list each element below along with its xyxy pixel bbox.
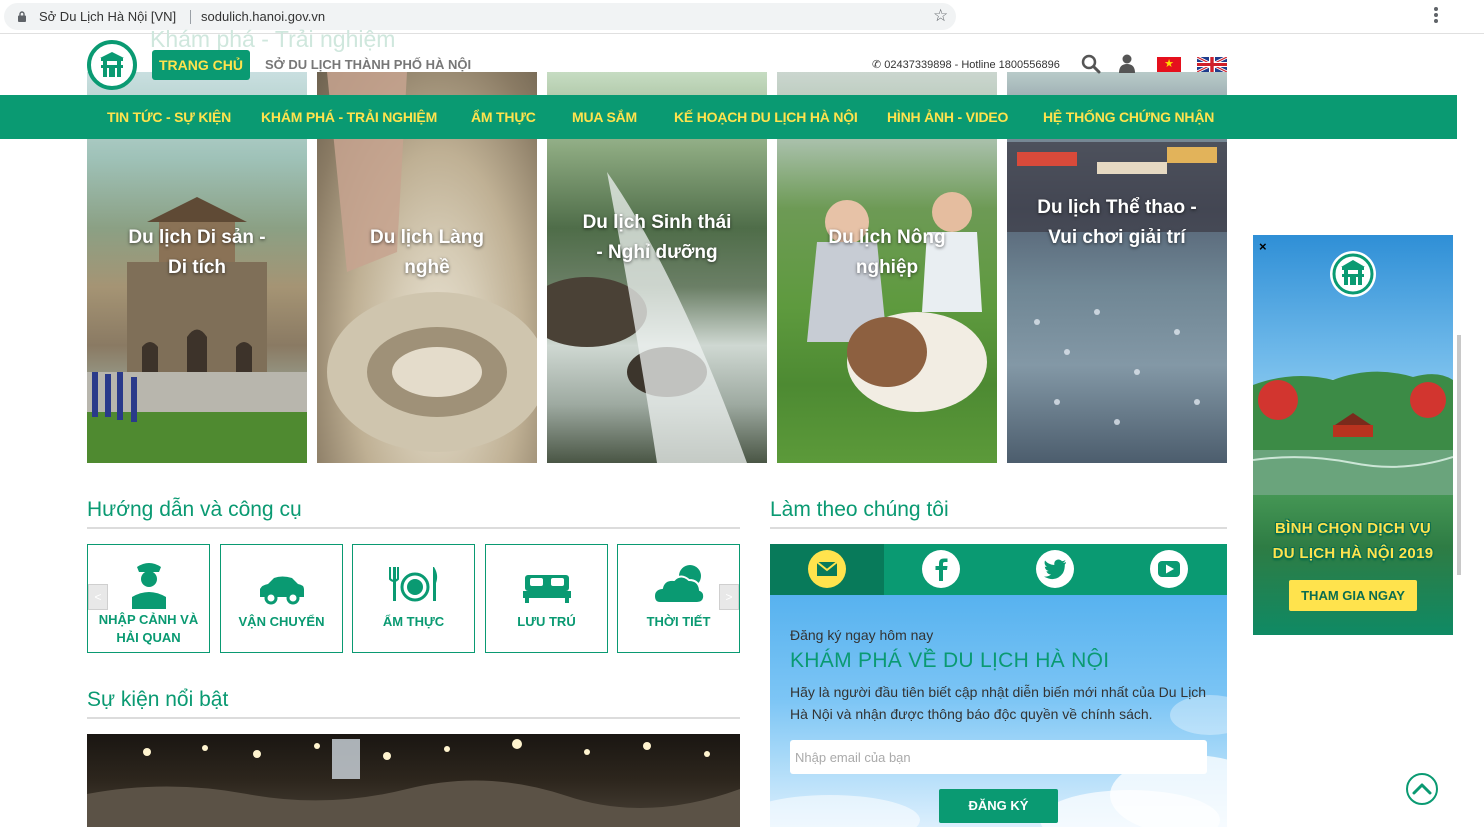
vietnamese-flag-icon[interactable]: ★ — [1157, 57, 1181, 72]
gate-logo-icon — [100, 52, 124, 77]
guide-weather-label: THỜI TIẾT — [646, 614, 711, 629]
guide-cuisine-label: ẨM THỰC — [382, 614, 445, 629]
bed-icon — [522, 575, 571, 603]
social-twitter[interactable] — [998, 544, 1112, 595]
tile-agriculture-label: Du lịch Nông nghiệp — [828, 227, 946, 278]
popup-title-line-2: DU LỊCH HÀ NỘI 2019 — [1272, 545, 1434, 562]
browser-menu-icon[interactable] — [1434, 7, 1438, 25]
email-input[interactable] — [790, 740, 1207, 774]
contact-text: 02437339898 - Hotline 1800556896 — [884, 59, 1060, 71]
tile-eco-resort-label: Du lịch Sinh thái - Nghỉ dưỡng — [582, 212, 732, 263]
vote-popup[interactable]: × BÌNH CHỌN DỊCH VỤ DU LỊCH HÀ NỘI 2019 … — [1253, 235, 1453, 635]
follow-heading: Làm theo chúng tôi — [770, 498, 949, 521]
site-name: SỞ DU LỊCH THÀNH PHỐ HÀ NỘI — [265, 57, 472, 72]
popup-close-button[interactable]: × — [1259, 239, 1267, 254]
subscribe-description: Hãy là người đầu tiên biết cập nhật diễn… — [790, 684, 1207, 722]
search-icon[interactable] — [1081, 53, 1101, 75]
guide-accommodation-label: LƯU TRÚ — [517, 614, 576, 629]
site-title: Sở Du Lịch Hà Nội [VN] — [39, 9, 177, 24]
officer-icon — [131, 563, 166, 609]
twitter-icon — [1036, 550, 1074, 588]
omnibox[interactable]: Sở Du Lịch Hà Nội [VN] sodulich.hanoi.go… — [4, 3, 956, 30]
social-youtube[interactable] — [1112, 544, 1226, 595]
guides-heading: Hướng dẫn và công cụ — [87, 498, 302, 521]
nav-shopping[interactable]: MUA SẮM — [572, 95, 637, 139]
address-separator — [190, 10, 191, 24]
guide-transport-label: VẬN CHUYỂN — [238, 614, 325, 629]
home-button[interactable]: TRANG CHỦ — [152, 50, 250, 80]
subscribe-title: KHÁM PHÁ VỀ DU LỊCH HÀ NỘI — [790, 649, 1110, 672]
popup-logo-icon — [1330, 251, 1376, 297]
car-icon — [259, 576, 304, 605]
popup-title: BÌNH CHỌN DỊCH VỤ DU LỊCH HÀ NỘI 2019 — [1253, 516, 1453, 566]
night-festival-image — [87, 734, 740, 827]
section-heading-behind-header: Khám phá - Trải nghiệm — [150, 26, 396, 52]
guide-transport[interactable]: VẬN CHUYỂN — [220, 544, 343, 653]
follow-divider — [770, 527, 1227, 529]
tile-heritage-label: Du lịch Di sản - Di tích — [128, 227, 266, 278]
dining-icon — [388, 567, 437, 602]
popup-join-button[interactable]: THAM GIA NGAY — [1289, 580, 1417, 611]
chevron-up-icon — [1412, 783, 1432, 795]
hanoi-logo[interactable] — [87, 40, 137, 90]
tile-craft-village-label: Du lịch Làng nghề — [370, 227, 484, 278]
user-icon[interactable] — [1118, 53, 1136, 73]
social-facebook[interactable] — [884, 544, 998, 595]
page-scrollbar-thumb[interactable] — [1457, 335, 1461, 575]
events-divider — [87, 717, 740, 719]
youtube-icon — [1150, 550, 1188, 588]
nav-travel-plan[interactable]: KẾ HOẠCH DU LỊCH HÀ NỘI — [674, 95, 858, 139]
page-scrollbar-track[interactable] — [1457, 34, 1484, 832]
guide-accommodation[interactable]: LƯU TRÚ — [485, 544, 608, 653]
main-nav: TIN TỨC - SỰ KIỆN KHÁM PHÁ - TRẢI NGHIỆM… — [0, 95, 1457, 139]
nav-cuisine[interactable]: ẨM THỰC — [471, 95, 536, 139]
english-flag-icon[interactable] — [1197, 57, 1227, 72]
contact-info: ✆ 02437339898 - Hotline 1800556896 — [872, 58, 1060, 71]
lock-icon — [18, 11, 26, 22]
featured-event-image[interactable] — [87, 734, 740, 827]
nav-explore-experience[interactable]: KHÁM PHÁ - TRẢI NGHIỆM — [261, 95, 437, 139]
nav-news-events[interactable]: TIN TỨC - SỰ KIỆN — [107, 95, 231, 139]
bookmark-star-icon[interactable]: ☆ — [933, 6, 948, 26]
subscribe-kicker: Đăng ký ngay hôm nay — [790, 627, 934, 643]
guides-prev-button[interactable]: < — [88, 584, 108, 610]
scroll-to-top-button[interactable] — [1406, 773, 1438, 805]
cloud-icon — [652, 565, 705, 604]
social-mail-tab[interactable] — [770, 544, 884, 595]
events-heading: Sự kiện nổi bật — [87, 688, 229, 711]
guide-immigration-label: NHẬP CẢNH VÀ HẢI QUAN — [98, 612, 199, 645]
mail-icon — [808, 550, 846, 588]
nav-photos-videos[interactable]: HÌNH ẢNH - VIDEO — [887, 95, 1008, 139]
social-bar — [770, 544, 1227, 595]
popup-title-line-1: BÌNH CHỌN DỊCH VỤ — [1275, 520, 1431, 537]
tile-sports-entertainment-label: Du lịch Thể thao - Vui chơi giải trí — [1037, 197, 1197, 248]
guide-cuisine[interactable]: ẨM THỰC — [352, 544, 475, 653]
guides-next-button[interactable]: > — [719, 584, 739, 610]
subscribe-button[interactable]: ĐĂNG KÝ — [939, 789, 1058, 823]
nav-certification[interactable]: HỆ THỐNG CHỨNG NHẬN — [1043, 95, 1214, 139]
address-url[interactable]: sodulich.hanoi.gov.vn — [201, 9, 325, 24]
newsletter-panel: Đăng ký ngay hôm nay KHÁM PHÁ VỀ DU LỊCH… — [770, 595, 1227, 827]
facebook-icon — [922, 550, 960, 588]
guides-divider — [87, 527, 740, 529]
phone-icon: ✆ — [872, 59, 885, 71]
